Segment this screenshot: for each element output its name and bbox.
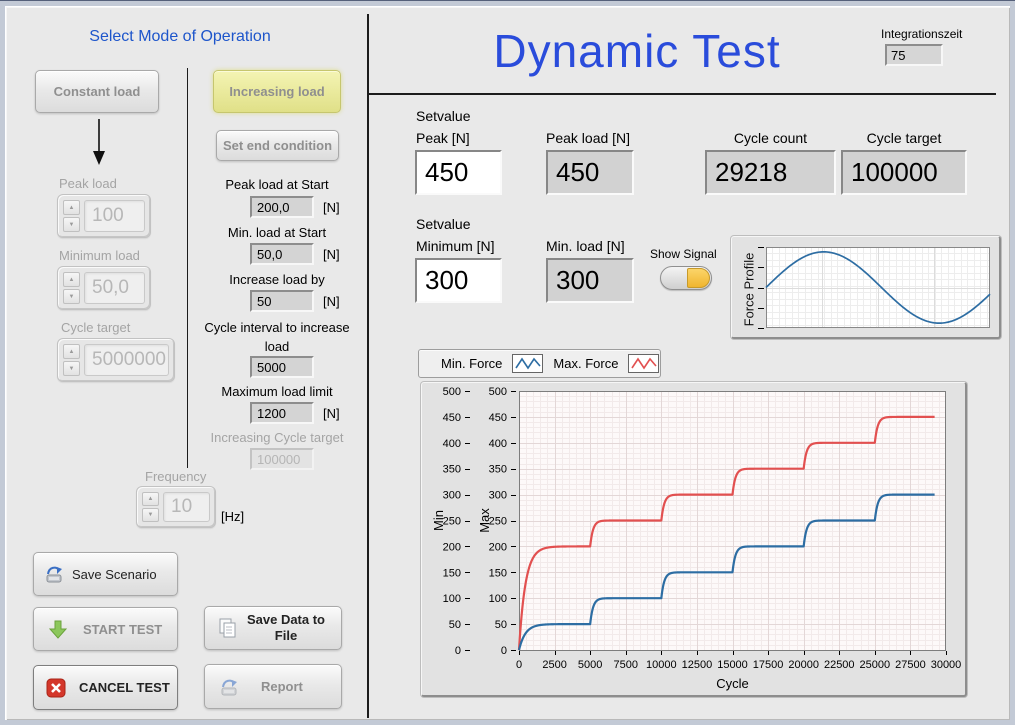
increasing-load-button[interactable]: Increasing load [213, 70, 341, 113]
show-signal-label: Show Signal [650, 247, 717, 261]
setvalue-peak-input[interactable]: 450 [415, 150, 502, 195]
flow-arrow-down-icon [91, 118, 107, 166]
increment-icon: ▲ [63, 344, 80, 359]
minimum-load-label: Minimum load [59, 248, 140, 263]
cycle-interval-box[interactable]: 5000 [250, 356, 314, 378]
peak-load-value: 100 [84, 200, 145, 232]
save-scenario-button[interactable]: Save Scenario [33, 552, 178, 596]
green-down-arrow-icon [48, 620, 68, 639]
increasing-cycle-target-box: 100000 [250, 448, 314, 470]
field-label: Maximum load limit [197, 384, 357, 399]
save-disk-icon [44, 564, 65, 584]
increasing-load-label: Increasing load [229, 84, 324, 99]
legend-min-force-label: Min. Force [441, 356, 502, 371]
increase-load-by-box[interactable]: 50 [250, 290, 314, 312]
legend-max-force-label: Max. Force [553, 356, 618, 371]
constant-load-button[interactable]: Constant load [35, 70, 159, 113]
cancel-test-button[interactable]: CANCEL TEST [33, 665, 178, 710]
documents-icon [217, 617, 239, 639]
page-title: Dynamic Test [422, 24, 852, 78]
setvalue-minimum-label: Minimum [N] [416, 238, 495, 254]
force-profile-panel: Force Profile [731, 236, 1001, 339]
min-max-force-chart-panel [421, 382, 967, 697]
toggle-knob [687, 268, 710, 288]
cycle-target-display-label: Cycle target [841, 130, 967, 146]
decrement-icon: ▼ [63, 289, 80, 304]
frequency-updown: ▲ ▼ [142, 492, 159, 522]
cancel-test-label: CANCEL TEST [79, 680, 170, 695]
force-profile-chart [756, 244, 994, 332]
field-label: Increase load by [197, 272, 357, 287]
set-end-condition-label: Set end condition [223, 138, 332, 153]
peak-load-n-label: Peak load [N] [546, 130, 630, 146]
peak-load-indicator: 450 [546, 150, 634, 195]
maximum-load-limit-box[interactable]: 1200 [250, 402, 314, 424]
report-label: Report [261, 679, 303, 694]
field-label: Peak load at Start [197, 177, 357, 192]
setvalue-minimum-input[interactable]: 300 [415, 258, 502, 303]
cycle-target-label: Cycle target [61, 320, 130, 335]
frequency-unit-label: [Hz] [221, 509, 244, 524]
peak-load-updown: ▲ ▼ [63, 200, 80, 232]
integrationszeit-box[interactable]: 75 [885, 44, 943, 66]
save-data-label: Save Data to File [246, 612, 326, 645]
decrement-icon: ▼ [63, 361, 80, 376]
cycle-target-spinner: ▲ ▼ 5000000 [57, 338, 175, 382]
cycle-target-updown: ▲ ▼ [63, 344, 80, 376]
save-scenario-label: Save Scenario [72, 567, 157, 582]
frequency-spinner: ▲ ▼ 10 [136, 486, 216, 528]
increment-icon: ▲ [63, 272, 80, 287]
field-label: Min. load at Start [197, 225, 357, 240]
decrement-icon: ▼ [63, 217, 80, 232]
force-profile-axis-label: Force Profile [742, 245, 757, 335]
unit-label: [N] [323, 200, 340, 215]
mode-section-header: Select Mode of Operation [35, 28, 325, 46]
increment-icon: ▲ [142, 492, 159, 506]
unit-label: [N] [323, 406, 340, 421]
max-force-line-icon [628, 354, 659, 373]
cycle-count-label: Cycle count [705, 130, 836, 146]
main-panel: Select Mode of Operation Constant load P… [5, 6, 1010, 720]
unit-label: [N] [323, 294, 340, 309]
main-divider [367, 14, 369, 718]
red-x-icon [46, 678, 66, 698]
min-load-at-start-box[interactable]: 50,0 [250, 243, 314, 265]
app-window: Select Mode of Operation Constant load P… [0, 0, 1015, 725]
show-signal-toggle[interactable] [660, 266, 712, 290]
frequency-value: 10 [163, 492, 210, 522]
set-end-condition-button[interactable]: Set end condition [216, 130, 339, 161]
frequency-label: Frequency [145, 469, 206, 484]
unit-label: [N] [323, 247, 340, 262]
setvalue-label: Setvalue [416, 108, 470, 124]
minimum-load-spinner: ▲ ▼ 50,0 [57, 266, 151, 310]
constant-load-label: Constant load [54, 84, 141, 99]
field-label: Cycle interval to increase load [197, 319, 357, 357]
save-data-button[interactable]: Save Data to File [204, 606, 342, 650]
cycle-count-indicator: 29218 [705, 150, 836, 195]
integrationszeit-label: Integrationszeit [881, 27, 962, 41]
minimum-load-updown: ▲ ▼ [63, 272, 80, 304]
min-force-line-icon [512, 354, 543, 373]
min-load-indicator: 300 [546, 258, 634, 303]
report-disk-icon [219, 677, 240, 697]
start-test-label: START TEST [83, 622, 162, 637]
field-label: Increasing Cycle target [197, 430, 357, 445]
start-test-button[interactable]: START TEST [33, 607, 178, 651]
increment-icon: ▲ [63, 200, 80, 215]
peak-load-label: Peak load [59, 176, 117, 191]
decrement-icon: ▼ [142, 508, 159, 522]
peak-load-at-start-box[interactable]: 200,0 [250, 196, 314, 218]
setvalue-peak-label: Peak [N] [416, 130, 470, 146]
setvalue-label: Setvalue [416, 216, 470, 232]
cycle-target-indicator: 100000 [841, 150, 967, 195]
column-divider [187, 68, 188, 468]
peak-load-spinner: ▲ ▼ 100 [57, 194, 151, 238]
title-underline [368, 93, 996, 95]
cycle-target-value: 5000000 [84, 344, 169, 376]
min-max-force-chart [423, 384, 965, 695]
min-load-n-label: Min. load [N] [546, 238, 625, 254]
minimum-load-value: 50,0 [84, 272, 145, 304]
report-button[interactable]: Report [204, 664, 342, 709]
chart-legend: Min. Force Max. Force [418, 349, 661, 378]
